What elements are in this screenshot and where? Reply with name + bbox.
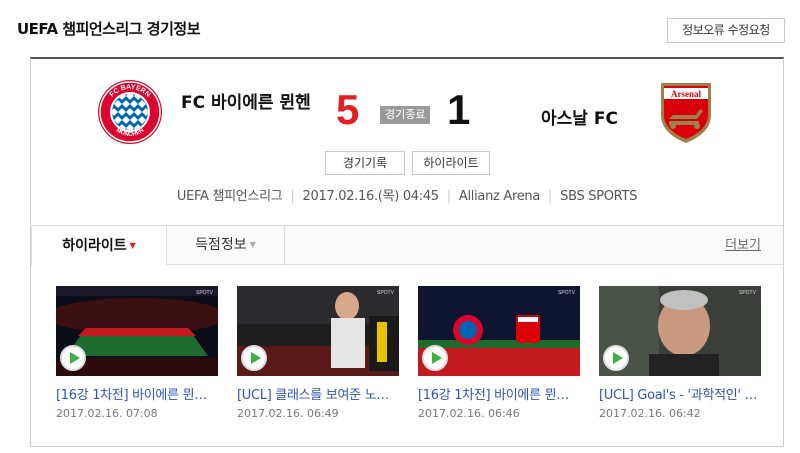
divider: |: [290, 189, 295, 204]
video-thumbnail[interactable]: SPOTV: [56, 286, 218, 376]
video-date: 2017.02.16. 06:46: [418, 407, 520, 420]
home-score: 5: [336, 86, 360, 133]
svg-text:SPOTV: SPOTV: [196, 290, 214, 296]
play-icon[interactable]: [60, 345, 86, 371]
match-datetime: 2017.02.16.(목) 04:45: [302, 189, 440, 204]
video-item[interactable]: SPOTV [UCL] Goal's - '과학적인' 벵거 감독 2017.0…: [599, 286, 761, 420]
video-thumbnail[interactable]: SPOTV: [418, 286, 580, 376]
match-card: FC BAYERN MÜNCHEN FC 바이에른 뮌헨 5 경기종료 1 아스…: [30, 57, 784, 447]
video-title[interactable]: [16강 1차전] 바이에른 뮌헨 vs 아스날 FC: [56, 384, 218, 403]
broadcaster-name: SBS SPORTS: [560, 189, 638, 204]
video-date: 2017.02.16. 06:49: [237, 407, 339, 420]
tab-goal-info-label: 득점정보: [195, 237, 247, 253]
match-record-button[interactable]: 경기기록: [325, 151, 405, 175]
match-status-badge: 경기종료: [380, 106, 431, 124]
video-thumbnail[interactable]: SPOTV: [237, 286, 399, 376]
divider: |: [548, 189, 553, 204]
play-icon[interactable]: [422, 345, 448, 371]
tab-goal-info[interactable]: 득점정보 ▼: [167, 225, 285, 266]
tab-highlight[interactable]: 하이라이트 ▼: [31, 225, 167, 266]
tab-highlight-label: 하이라이트: [62, 238, 127, 254]
svg-text:SPOTV: SPOTV: [377, 290, 395, 296]
video-thumbnail[interactable]: SPOTV: [599, 286, 761, 376]
triangle-down-icon: ▼: [249, 240, 256, 249]
svg-text:SPOTV: SPOTV: [739, 290, 757, 296]
divider: |: [446, 189, 451, 204]
match-info-line: UEFA 챔피언스리그 | 2017.02.16.(목) 04:45 | Allianz…: [31, 185, 783, 204]
home-team-name[interactable]: FC 바이에른 뮌헨: [181, 92, 311, 114]
play-icon[interactable]: [603, 345, 629, 371]
venue-name: Allianz Arena: [458, 189, 541, 204]
league-name[interactable]: UEFA 챔피언스리그: [177, 189, 283, 204]
page-title: UEFA 챔피언스리그 경기정보: [17, 20, 201, 38]
fc-bayern-logo-icon[interactable]: FC BAYERN MÜNCHEN: [97, 79, 163, 145]
away-score: 1: [447, 86, 471, 133]
content-tabs: 하이라이트 ▼ 득점정보 ▼ 더보기: [31, 225, 783, 266]
more-link[interactable]: 더보기: [725, 226, 761, 266]
report-error-button[interactable]: 정보오류 수정요청: [667, 18, 785, 43]
video-item[interactable]: SPOTV [UCL] 클래스를 보여준 노이어 2017.02.16. 06:…: [237, 286, 399, 420]
video-date: 2017.02.16. 06:42: [599, 407, 701, 420]
video-title[interactable]: [16강 1차전] 바이에른 뮌헨 vs 아스날 FC: [418, 384, 580, 403]
play-icon[interactable]: [241, 345, 267, 371]
video-date: 2017.02.16. 07:08: [56, 407, 158, 420]
match-highlight-button[interactable]: 하이라이트: [412, 151, 490, 175]
video-title[interactable]: [UCL] Goal's - '과학적인' 벵거 감독: [599, 384, 761, 403]
video-item[interactable]: SPOTV [16강 1차전] 바이에른 뮌헨 vs 아스날 FC 2017.0…: [418, 286, 580, 420]
video-item[interactable]: SPOTV [16강 1차전] 바이에른 뮌헨 vs 아스날 FC 2017.0…: [56, 286, 218, 420]
away-team-name[interactable]: 아스날 FC: [541, 104, 618, 129]
arsenal-logo-icon[interactable]: Arsenal: [653, 79, 719, 145]
triangle-down-icon: ▼: [129, 241, 136, 250]
svg-text:Arsenal: Arsenal: [671, 89, 701, 99]
video-title[interactable]: [UCL] 클래스를 보여준 노이어: [237, 384, 399, 403]
svg-text:SPOTV: SPOTV: [558, 290, 576, 296]
